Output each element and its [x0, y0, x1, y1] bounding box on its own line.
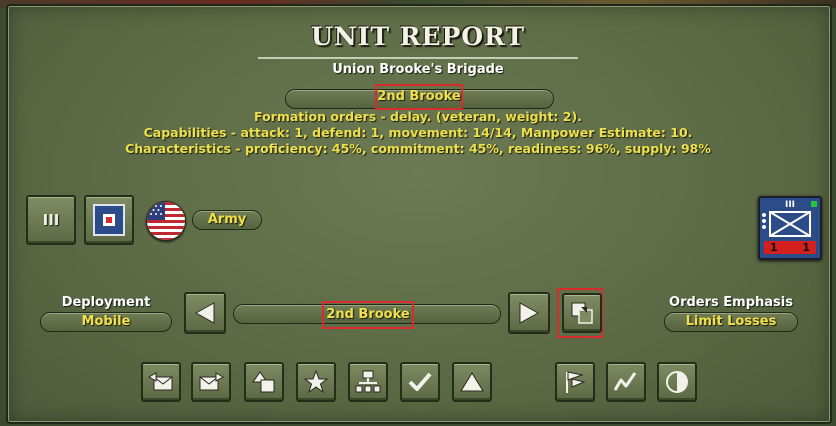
title-divider [258, 57, 578, 59]
formation-name: Union Brooke's Brigade [332, 62, 504, 77]
mail-right-button[interactable] [191, 362, 231, 402]
morale-button[interactable] [657, 362, 697, 402]
command-hierarchy-button[interactable] [348, 362, 388, 402]
capabilities-text: Capabilities - attack: 1, defend: 1, mov… [143, 125, 693, 140]
mail-right-icon [199, 372, 224, 391]
arrow-left-icon [194, 302, 215, 324]
checkmark-icon [408, 372, 432, 391]
leader-star-button[interactable] [296, 362, 336, 402]
deployment-select[interactable]: Mobile [40, 312, 172, 332]
hierarchy-icon [355, 370, 381, 393]
infantry-symbol-icon [769, 211, 811, 237]
previous-unit-button[interactable] [184, 292, 226, 334]
mail-left-icon [148, 372, 173, 391]
unit-type-button[interactable] [84, 195, 134, 245]
formation-shapes-button[interactable] [244, 362, 284, 402]
us-flag-icon [146, 201, 186, 241]
unit-counter-icon[interactable]: III 1 1 [758, 196, 822, 260]
branch-label[interactable]: Army [192, 210, 262, 230]
triangle-icon [460, 372, 484, 392]
arrow-right-icon [519, 302, 540, 324]
swap-unit-button[interactable] [562, 293, 602, 333]
orders-emphasis-select[interactable]: Limit Losses [664, 312, 798, 332]
unit-name-field[interactable]: 2nd Brooke [375, 84, 463, 110]
half-circle-icon [666, 371, 688, 393]
page-title: UNIT REPORT [310, 22, 525, 51]
unit-type-icon [93, 204, 125, 236]
counter-values: 1 1 [764, 241, 816, 254]
flags-button[interactable] [555, 362, 595, 402]
unit-size-symbol: III [42, 211, 60, 229]
counter-value-left: 1 [770, 241, 778, 254]
characteristics-text: Characteristics - proficiency: 45%, comm… [125, 141, 711, 156]
counter-dots [762, 213, 766, 229]
deployment-label: Deployment [61, 295, 151, 310]
flags-icon [566, 371, 586, 393]
counter-value-right: 1 [802, 241, 810, 254]
orders-emphasis-label: Orders Emphasis [669, 295, 793, 310]
star-icon [303, 369, 329, 394]
performance-button[interactable] [606, 362, 646, 402]
next-unit-button[interactable] [508, 292, 550, 334]
confirm-button[interactable] [400, 362, 440, 402]
unit-selector-field[interactable]: 2nd Brooke [322, 301, 414, 329]
counter-size-symbol: III [784, 200, 796, 210]
zigzag-icon [613, 372, 637, 391]
mail-left-button[interactable] [141, 362, 181, 402]
move-up-button[interactable] [452, 362, 492, 402]
swap-icon [571, 302, 593, 324]
shapes-icon [252, 371, 275, 393]
unit-size-button[interactable]: III [26, 195, 76, 245]
formation-orders-text: Formation orders - delay. (veteran, weig… [254, 109, 582, 124]
